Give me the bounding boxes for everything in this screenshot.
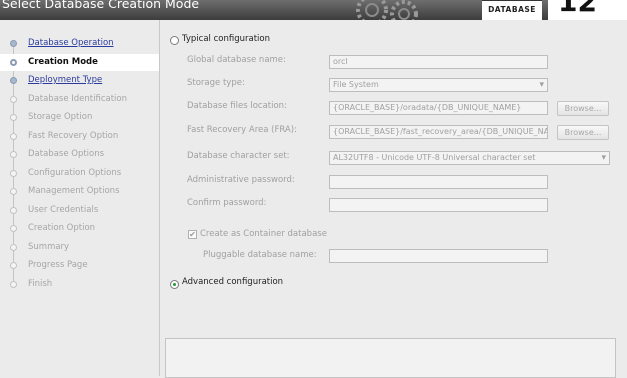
pluggable-db-name-input[interactable] xyxy=(329,249,548,263)
advanced-config-label[interactable]: Advanced configuration xyxy=(182,277,283,287)
step-status-icon xyxy=(10,225,17,232)
step-status-icon xyxy=(10,280,17,288)
container-db-label[interactable]: Create as Container database xyxy=(200,229,327,239)
step-status-icon xyxy=(10,40,17,47)
confirm-password-input[interactable] xyxy=(329,198,548,212)
typical-config-radio[interactable] xyxy=(170,36,179,45)
nav-step-finish: Finish xyxy=(0,276,159,293)
nav-step-label: Database Identification xyxy=(28,93,127,104)
nav-step-label: Creation Option xyxy=(28,223,96,233)
nav-step-label: Summary xyxy=(28,241,70,252)
step-status-icon xyxy=(10,77,17,84)
db-files-browse-button[interactable]: Browse... xyxy=(557,101,609,116)
message-panel xyxy=(165,338,616,378)
step-status-icon xyxy=(10,114,17,121)
db-files-location-input[interactable]: {ORACLE_BASE}/oradata/{DB_UNIQUE_NAME} xyxy=(329,101,548,115)
nav-step-label: Management Options xyxy=(28,186,120,196)
version-number: 12 xyxy=(558,0,597,18)
step-status-icon xyxy=(10,206,17,214)
fra-label: Fast Recovery Area (FRA): xyxy=(187,125,297,135)
storage-type-label: Storage type: xyxy=(187,78,245,88)
container-db-checkbox[interactable]: ✔ xyxy=(188,230,197,239)
window-header: Select Database Creation Mode DATABASE 1… xyxy=(0,0,627,20)
database-product-label: DATABASE xyxy=(482,0,542,20)
global-db-name-label: Global database name: xyxy=(187,55,286,65)
charset-label: Database character set: xyxy=(187,151,290,161)
storage-type-select[interactable]: File System xyxy=(329,78,548,92)
nav-step-database-identification: Database Identification xyxy=(0,91,159,108)
checkmark-icon: ✔ xyxy=(189,230,196,239)
advanced-config-radio[interactable] xyxy=(170,280,179,289)
nav-step-creation-mode: Creation Mode xyxy=(0,53,159,71)
main-panel: Typical configuration Global database na… xyxy=(160,20,627,378)
nav-step-label: Fast Recovery Option xyxy=(28,130,119,141)
page-title: Select Database Creation Mode xyxy=(2,0,200,11)
nav-step-database-operation[interactable]: Database Operation xyxy=(0,35,159,52)
step-status-icon xyxy=(10,151,17,158)
product-label-text: DATABASE xyxy=(488,5,536,14)
confirm-password-label: Confirm password: xyxy=(187,198,267,208)
nav-step-label: Finish xyxy=(28,278,53,289)
pluggable-db-name-label: Pluggable database name: xyxy=(203,250,317,260)
nav-step-label: Database Options xyxy=(28,149,105,159)
nav-step-label: Creation Mode xyxy=(28,56,98,67)
step-status-icon xyxy=(10,188,17,195)
fra-browse-button[interactable]: Browse... xyxy=(557,125,609,140)
step-status-icon xyxy=(10,132,17,140)
nav-step-fast-recovery-option: Fast Recovery Option xyxy=(0,128,159,145)
nav-step-label[interactable]: Deployment Type xyxy=(28,72,102,89)
step-status-icon xyxy=(10,58,17,66)
nav-step-label: Storage Option xyxy=(28,112,93,122)
step-status-icon xyxy=(10,95,17,103)
gears-logo-icon xyxy=(356,0,418,20)
nav-step-progress-page: Progress Page xyxy=(0,257,159,274)
db-files-location-label: Database files location: xyxy=(187,101,287,111)
nav-step-summary: Summary xyxy=(0,239,159,256)
nav-step-storage-option: Storage Option xyxy=(0,109,159,126)
nav-step-label[interactable]: Database Operation xyxy=(28,35,114,52)
admin-password-input[interactable] xyxy=(329,175,548,189)
nav-step-label: Progress Page xyxy=(28,260,88,270)
step-status-icon xyxy=(10,243,17,251)
version-logo: 12 xyxy=(548,0,627,20)
nav-step-label: Configuration Options xyxy=(28,167,122,178)
nav-step-database-options: Database Options xyxy=(0,146,159,163)
nav-step-label: User Credentials xyxy=(28,204,99,215)
nav-step-management-options: Management Options xyxy=(0,183,159,200)
step-status-icon xyxy=(10,169,17,177)
admin-password-label: Administrative password: xyxy=(187,175,295,185)
global-db-name-input[interactable]: orcl xyxy=(329,55,548,69)
nav-step-deployment-type[interactable]: Deployment Type xyxy=(0,72,159,89)
nav-step-user-credentials: User Credentials xyxy=(0,202,159,219)
typical-config-label[interactable]: Typical configuration xyxy=(182,34,270,44)
nav-step-configuration-options: Configuration Options xyxy=(0,165,159,182)
nav-step-creation-option: Creation Option xyxy=(0,220,159,237)
fra-input[interactable]: {ORACLE_BASE}/fast_recovery_area/{DB_UNI… xyxy=(329,125,548,139)
step-status-icon xyxy=(10,262,17,269)
wizard-step-nav: Database Operation Creation Mode Deploymen… xyxy=(0,20,160,376)
charset-select[interactable]: AL32UTF8 - Unicode UTF-8 Universal chara… xyxy=(329,151,610,165)
